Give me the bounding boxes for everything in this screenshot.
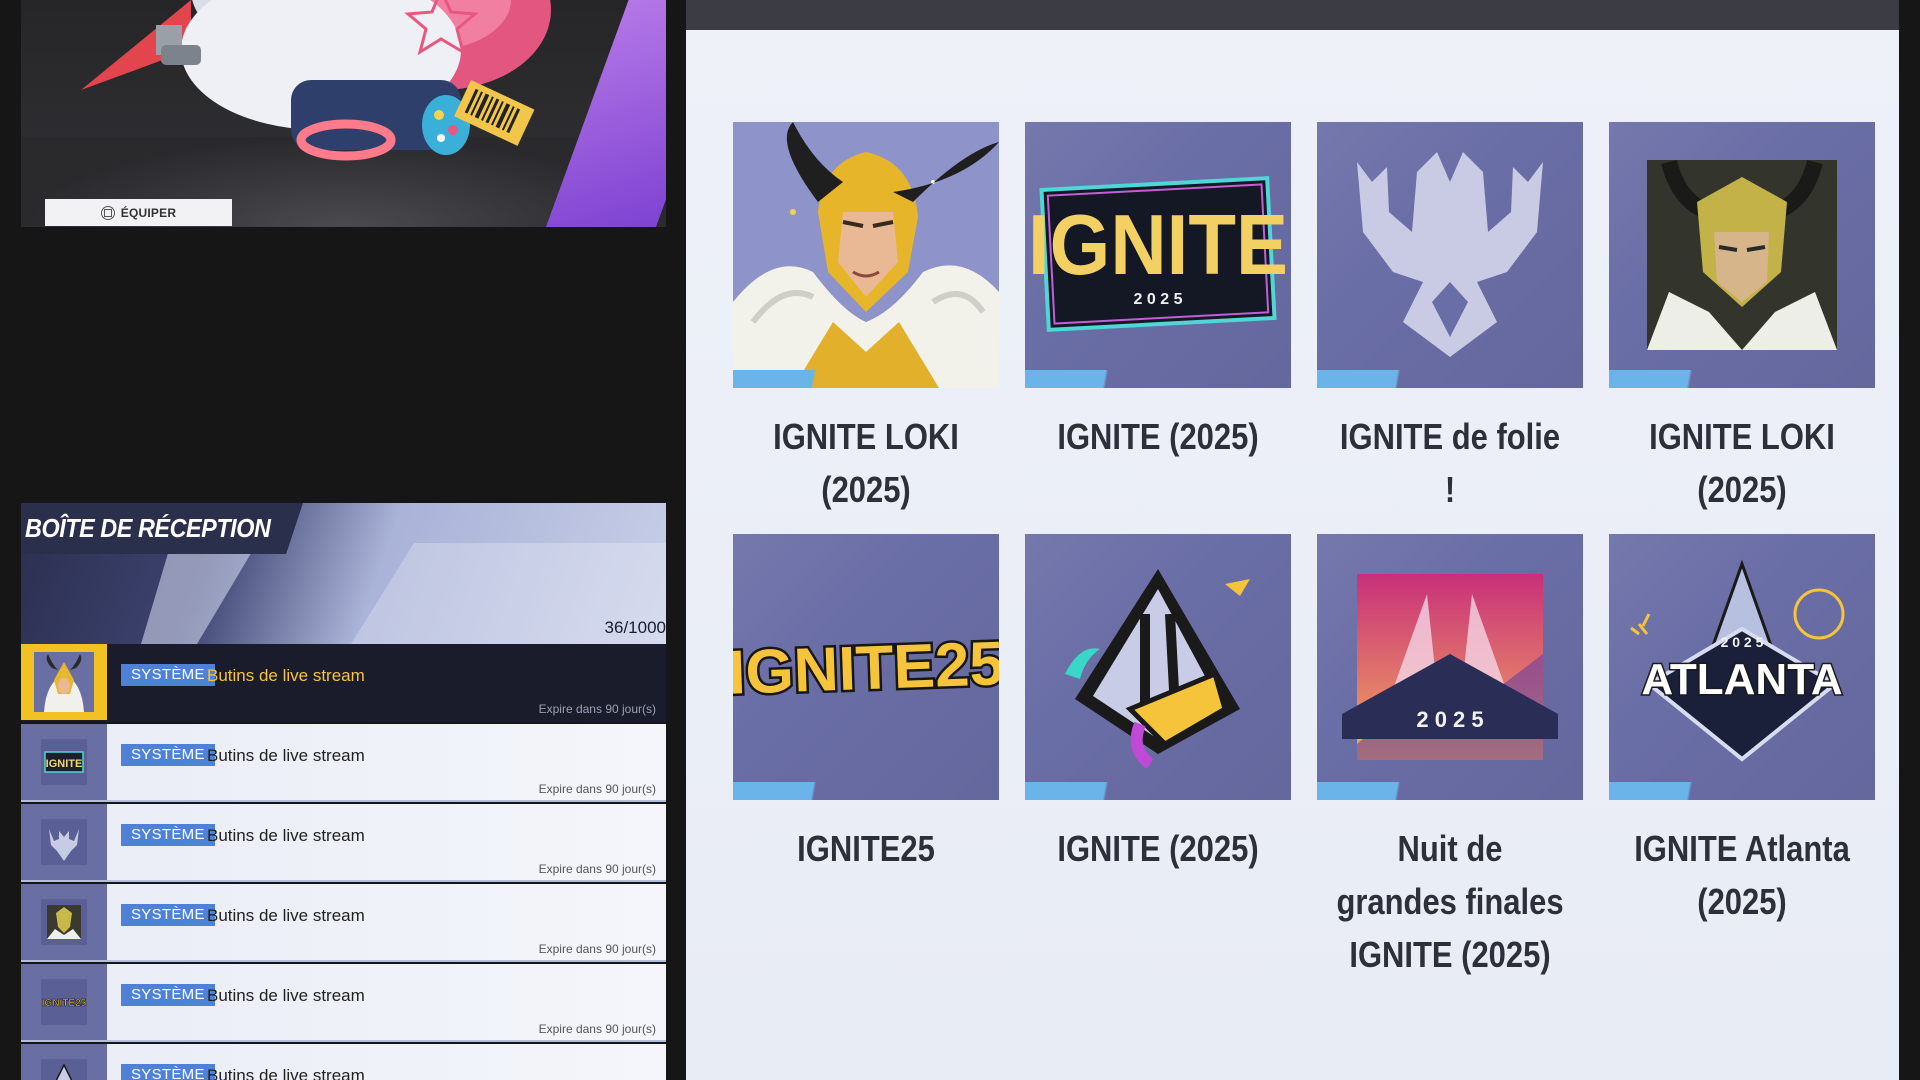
inbox-message[interactable]: SYSTÈME Butins de live stream Expire dan…	[21, 804, 666, 882]
equip-button-label: ÉQUIPER	[120, 205, 177, 220]
reward-label: IGNITE de folie !	[1339, 416, 1561, 510]
inbox-header: BOÎTE DE RÉCEPTION 36/1000	[21, 503, 666, 644]
finals-badge-icon: 2 0 2 5	[1342, 574, 1558, 760]
message-subject: Butins de live stream	[207, 986, 365, 1005]
message-subject: Butins de live stream	[207, 666, 365, 685]
loki-portrait-icon	[733, 122, 999, 388]
inbox-message[interactable]: SYSTÈME Butins de live stream Expire dan…	[21, 884, 666, 962]
loki-silhouette-icon	[1357, 152, 1543, 357]
reward-label: IGNITE LOKI (2025)	[1649, 416, 1835, 510]
loki-silhouette-icon	[41, 819, 87, 865]
ignite-logo-text: IGNITE	[1028, 197, 1288, 292]
svg-text:IGNITE: IGNITE	[46, 758, 83, 770]
inbox-title-banner: BOÎTE DE RÉCEPTION	[21, 503, 303, 554]
message-subject: Butins de live stream	[207, 746, 365, 765]
system-tag: SYSTÈME	[121, 744, 215, 766]
message-thumbnail: IGNITE	[21, 724, 107, 800]
message-expiry: Expire dans 90 jour(s)	[538, 702, 656, 716]
loki-comic-icon	[1647, 159, 1837, 350]
reward-icon-frame: IGNITE25	[733, 534, 999, 800]
finals-badge-year: 2 0 2 5	[1416, 707, 1483, 732]
message-expiry: Expire dans 90 jour(s)	[538, 942, 656, 956]
character-preview: ÉQUIPER	[21, 0, 666, 227]
system-tag: SYSTÈME	[121, 904, 215, 926]
reward-icon-frame	[1317, 122, 1583, 388]
atlanta-badge-icon: 2 0 2 5 ATLANTA	[1630, 559, 1845, 762]
message-expiry: Expire dans 90 jour(s)	[538, 862, 656, 876]
character-model-image	[156, 0, 551, 161]
ignite-crest-icon	[1065, 569, 1250, 769]
reward-item[interactable]: IGNITE de folie !	[1317, 122, 1583, 516]
message-expiry: Expire dans 90 jour(s)	[538, 782, 656, 796]
svg-text:IGNITE25: IGNITE25	[42, 998, 87, 1009]
message-thumbnail	[21, 1044, 107, 1080]
reward-item[interactable]: IGNITE 2 0 2 5 IGNITE (2025)	[1025, 122, 1291, 463]
reward-icon-frame: 2 0 2 5	[1317, 534, 1583, 800]
message-thumbnail: IGNITE25	[21, 964, 107, 1040]
reward-icon-frame	[733, 122, 999, 388]
message-thumbnail	[21, 644, 107, 720]
square-button-icon	[100, 205, 115, 220]
reward-icon-frame	[1609, 122, 1875, 388]
ignite25-logo-text: IGNITE25	[733, 629, 999, 708]
ignite-logo-icon: IGNITE	[41, 739, 87, 785]
reward-item[interactable]: 2 0 2 5 ATLANTA IGNITE Atlanta (2025)	[1609, 534, 1875, 928]
inbox-message[interactable]: IGNITE25 SYSTÈME Butins de live stream E…	[21, 964, 666, 1042]
reward-item[interactable]: IGNITE LOKI (2025)	[1609, 122, 1875, 516]
ignite-crest-icon	[41, 1059, 87, 1080]
loki-portrait-icon	[34, 652, 94, 712]
reward-icon-frame: IGNITE 2 0 2 5	[1025, 122, 1291, 388]
reward-icon-frame: 2 0 2 5 ATLANTA	[1609, 534, 1875, 800]
ignite-logo-icon: IGNITE 2 0 2 5	[1028, 176, 1288, 332]
message-thumbnail	[21, 804, 107, 880]
reward-item[interactable]: IGNITE25 IGNITE25	[733, 534, 999, 875]
rewards-panel-topbar	[686, 0, 1899, 30]
ignite25-logo-icon: IGNITE25	[733, 627, 999, 711]
reward-label: IGNITE25	[797, 828, 935, 869]
reward-label: IGNITE Atlanta (2025)	[1634, 828, 1850, 922]
atlanta-badge-year: 2 0 2 5	[1721, 634, 1764, 650]
reward-label: IGNITE (2025)	[1057, 828, 1259, 869]
message-thumbnail	[21, 884, 107, 960]
reward-item[interactable]: IGNITE (2025)	[1025, 534, 1291, 875]
reward-item[interactable]: IGNITE LOKI (2025)	[733, 122, 999, 516]
inbox-message[interactable]: SYSTÈME Butins de live stream	[21, 1044, 666, 1080]
system-tag: SYSTÈME	[121, 824, 215, 846]
ignite25-logo-icon: IGNITE25	[41, 979, 87, 1025]
reward-label: IGNITE (2025)	[1057, 416, 1259, 457]
message-subject: Butins de live stream	[207, 906, 365, 925]
atlanta-badge-text: ATLANTA	[1641, 655, 1842, 704]
inbox-message[interactable]: SYSTÈME Butins de live stream Expire dan…	[21, 644, 666, 722]
loki-comic-icon	[41, 899, 87, 945]
equip-button[interactable]: ÉQUIPER	[45, 199, 232, 226]
message-expiry: Expire dans 90 jour(s)	[538, 1022, 656, 1036]
message-subject: Butins de live stream	[207, 1066, 365, 1080]
rewards-panel: IGNITE LOKI (2025) IGNITE 2 0 2 5 IGNITE…	[686, 0, 1899, 1080]
inbox-message-count: 36/1000	[604, 618, 666, 637]
reward-icon-frame	[1025, 534, 1291, 800]
system-tag: SYSTÈME	[121, 984, 215, 1006]
reward-label: Nuit de grandes finales IGNITE (2025)	[1336, 828, 1564, 975]
message-subject: Butins de live stream	[207, 826, 365, 845]
reward-label: IGNITE LOKI (2025)	[773, 416, 959, 510]
inbox-message[interactable]: IGNITE SYSTÈME Butins de live stream Exp…	[21, 724, 666, 802]
ignite-logo-year: 2 0 2 5	[1134, 291, 1183, 308]
system-tag: SYSTÈME	[121, 1064, 215, 1080]
inbox-title: BOÎTE DE RÉCEPTION	[25, 513, 271, 543]
reward-item[interactable]: 2 0 2 5 Nuit de grandes finales IGNITE (…	[1317, 534, 1583, 981]
system-tag: SYSTÈME	[121, 664, 215, 686]
inbox-panel: BOÎTE DE RÉCEPTION 36/1000 SYSTÈME Butin…	[21, 503, 666, 1080]
